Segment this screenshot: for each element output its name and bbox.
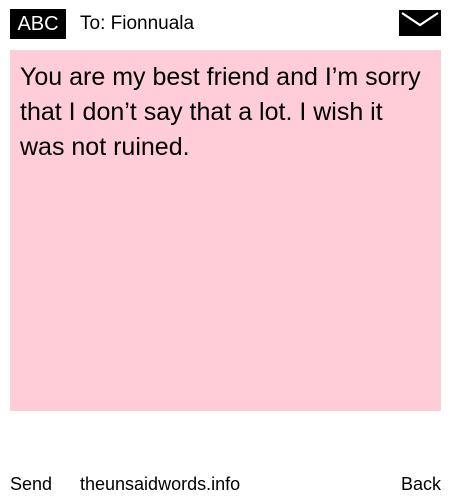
site-label: theunsaidwords.info xyxy=(80,474,241,494)
message-body[interactable]: You are my best friend and I’m sorry tha… xyxy=(10,50,441,411)
send-button[interactable]: Send xyxy=(10,472,52,496)
header-bar: ABC To: Fionnuala xyxy=(0,0,450,44)
recipient-label: To: Fionnuala xyxy=(80,13,195,34)
back-button[interactable]: Back xyxy=(401,472,441,496)
envelope-icon[interactable] xyxy=(399,10,441,36)
message-text: You are my best friend and I’m sorry tha… xyxy=(20,63,428,161)
input-mode-badge: ABC xyxy=(10,9,66,39)
